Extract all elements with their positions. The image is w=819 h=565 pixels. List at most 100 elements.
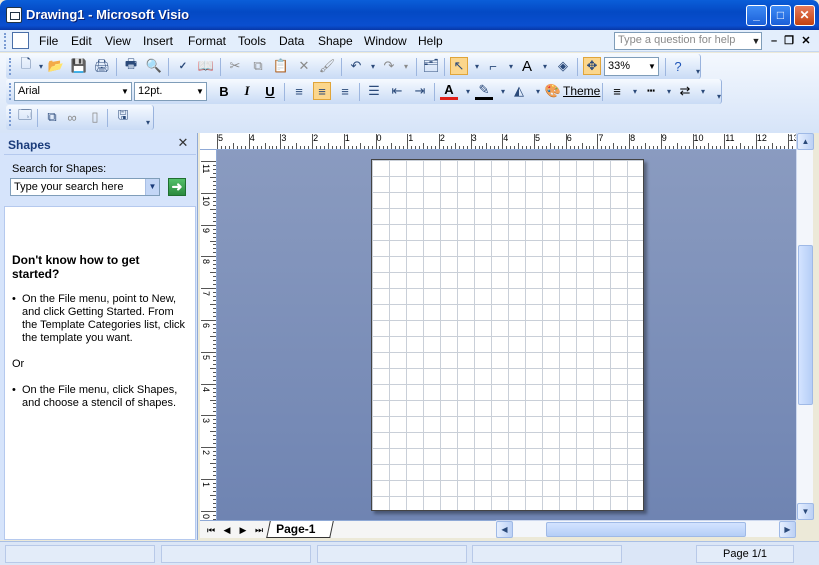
ruler-tick-label: 10 <box>693 133 704 143</box>
first-page-icon[interactable]: ⏮ <box>204 523 218 537</box>
print-icon[interactable]: 🖶 <box>122 56 140 75</box>
scroll-right-icon[interactable]: ▶ <box>779 521 796 538</box>
menu-format[interactable]: Format <box>188 34 226 48</box>
help-icon[interactable]: ? <box>669 57 687 75</box>
prev-page-icon[interactable]: ◀ <box>220 523 234 537</box>
horizontal-scroll-thumb[interactable] <box>546 522 746 537</box>
maximize-button[interactable]: □ <box>770 5 791 26</box>
scroll-down-icon[interactable]: ▼ <box>797 503 814 520</box>
text-tool-icon[interactable]: A <box>518 57 536 75</box>
tab-page-1[interactable]: Page-1 <box>266 521 334 538</box>
menu-view[interactable]: View <box>105 34 131 48</box>
ruler-tick-label: 4 <box>201 386 211 392</box>
bold-button[interactable]: B <box>215 82 233 100</box>
spelling-icon[interactable]: ✓ <box>174 57 192 75</box>
minimize-button[interactable]: _ <box>746 5 767 26</box>
ask-question-input[interactable]: Type a question for help <box>614 32 762 50</box>
pan-zoom-icon[interactable]: ✥ <box>583 57 601 75</box>
document-icon[interactable] <box>12 32 29 49</box>
decrease-indent-icon[interactable]: ⇤ <box>388 82 406 100</box>
theme-button[interactable]: Theme <box>563 84 600 98</box>
connector-tool-icon[interactable]: ⌐ <box>484 57 502 75</box>
chevron-down-icon[interactable]: ▼ <box>145 179 159 195</box>
font-size-dropdown-icon[interactable]: ▼ <box>194 83 206 100</box>
shapes-window-icon[interactable]: 🗂 <box>422 57 440 75</box>
drawing-page[interactable] <box>371 159 644 511</box>
horizontal-ruler[interactable]: 54321012345678910111213 <box>200 133 796 150</box>
visio-app-icon[interactable] <box>6 7 22 23</box>
research-icon[interactable]: 📖 <box>197 57 215 75</box>
menu-grip[interactable] <box>4 33 7 49</box>
menu-file[interactable]: File <box>39 34 58 48</box>
toolbar-options-icon[interactable]: ▾ <box>710 87 728 105</box>
menu-data[interactable]: Data <box>279 34 304 48</box>
paste-icon[interactable]: 📋 <box>272 57 290 75</box>
copy-icon[interactable]: ⧉ <box>249 57 267 75</box>
insert-hyperlink-icon[interactable]: 🗔 <box>16 107 34 126</box>
menu-shape[interactable]: Shape <box>318 34 353 48</box>
menu-help[interactable]: Help <box>418 34 443 48</box>
bullets-icon[interactable]: ☰ <box>365 82 383 100</box>
toolbar-grip[interactable] <box>9 58 12 75</box>
line-ends-icon[interactable]: ⇄ <box>676 82 694 100</box>
undo-icon[interactable]: ↶ <box>347 57 365 75</box>
search-go-button[interactable]: ➜ <box>168 178 186 196</box>
link-icon[interactable]: ∞ <box>63 108 81 126</box>
horizontal-scrollbar[interactable]: ◀ ▶ <box>496 520 796 538</box>
scroll-up-icon[interactable]: ▲ <box>797 133 814 150</box>
font-dropdown-icon[interactable]: ▼ <box>119 83 131 100</box>
menu-insert[interactable]: Insert <box>143 34 173 48</box>
scroll-left-icon[interactable]: ◀ <box>496 521 513 538</box>
cut-icon[interactable]: ✂ <box>226 57 244 75</box>
menu-edit[interactable]: Edit <box>71 34 92 48</box>
toolbar-options-icon[interactable]: ▾ <box>689 62 707 80</box>
font-name-select[interactable]: Arial <box>14 82 132 101</box>
ask-dropdown-icon[interactable]: ▼ <box>750 33 762 49</box>
delete-icon[interactable]: ✕ <box>295 57 313 75</box>
menu-window[interactable]: Window <box>364 34 407 48</box>
line-color-icon[interactable]: ✎ <box>475 82 493 100</box>
align-left-icon[interactable]: ≡ <box>290 82 308 100</box>
align-center-icon[interactable]: ≡ <box>313 82 331 100</box>
fill-color-icon[interactable]: ◭ <box>510 82 528 100</box>
page-icon[interactable]: ▯ <box>86 108 104 126</box>
separator <box>665 58 666 76</box>
theme-icon[interactable]: 🎨 <box>544 82 562 100</box>
close-button[interactable]: ✕ <box>794 5 815 26</box>
redo-dropdown-icon[interactable]: ▾ <box>397 57 415 75</box>
menu-tools[interactable]: Tools <box>238 34 266 48</box>
underline-button[interactable]: U <box>261 82 279 100</box>
next-page-icon[interactable]: ▶ <box>236 523 250 537</box>
export-icon[interactable]: 🖫 <box>114 107 132 126</box>
font-color-icon[interactable]: A <box>440 82 458 100</box>
pointer-tool-icon[interactable]: ↖ <box>450 57 468 75</box>
redo-icon[interactable]: ↷ <box>380 57 398 75</box>
close-icon[interactable]: ✕ <box>176 136 190 150</box>
doc-close-button[interactable]: ✕ <box>800 34 812 48</box>
italic-button[interactable]: I <box>238 82 256 100</box>
last-page-icon[interactable]: ⏭ <box>252 523 266 537</box>
text-dropdown-icon[interactable]: ▾ <box>536 57 554 75</box>
copy-drawing-icon[interactable]: ⧉ <box>43 108 61 126</box>
toolbar-options-icon[interactable]: ▾ <box>139 113 157 131</box>
increase-indent-icon[interactable]: ⇥ <box>411 82 429 100</box>
line-weight-icon[interactable]: ≡ <box>608 82 626 100</box>
line-pattern-icon[interactable]: ┅ <box>642 82 660 100</box>
vertical-ruler[interactable]: 11 10 9 8 7 6 5 4 3 2 1 0 <box>200 150 217 520</box>
zoom-dropdown-icon[interactable]: ▼ <box>646 58 658 75</box>
ink-icon[interactable]: ◈ <box>554 57 572 75</box>
print-preview-icon[interactable]: 🔍 <box>145 57 163 75</box>
save-icon[interactable]: 💾 <box>70 57 88 75</box>
ruler-tick <box>210 367 216 369</box>
doc-minimize-button[interactable]: – <box>768 34 780 48</box>
toolbar-grip[interactable] <box>9 83 12 100</box>
toolbar-grip[interactable] <box>9 109 12 126</box>
vertical-scrollbar[interactable]: ▲ ▼ <box>796 133 814 520</box>
align-right-icon[interactable]: ≡ <box>336 82 354 100</box>
vertical-scroll-thumb[interactable] <box>798 245 813 405</box>
permission-icon[interactable]: 🖨 <box>93 57 111 75</box>
shape-search-input[interactable]: Type your search here <box>10 178 160 196</box>
open-icon[interactable]: 📂 <box>47 57 65 75</box>
format-painter-icon[interactable]: 🖌 <box>318 57 336 75</box>
doc-restore-button[interactable]: ❐ <box>783 34 795 48</box>
